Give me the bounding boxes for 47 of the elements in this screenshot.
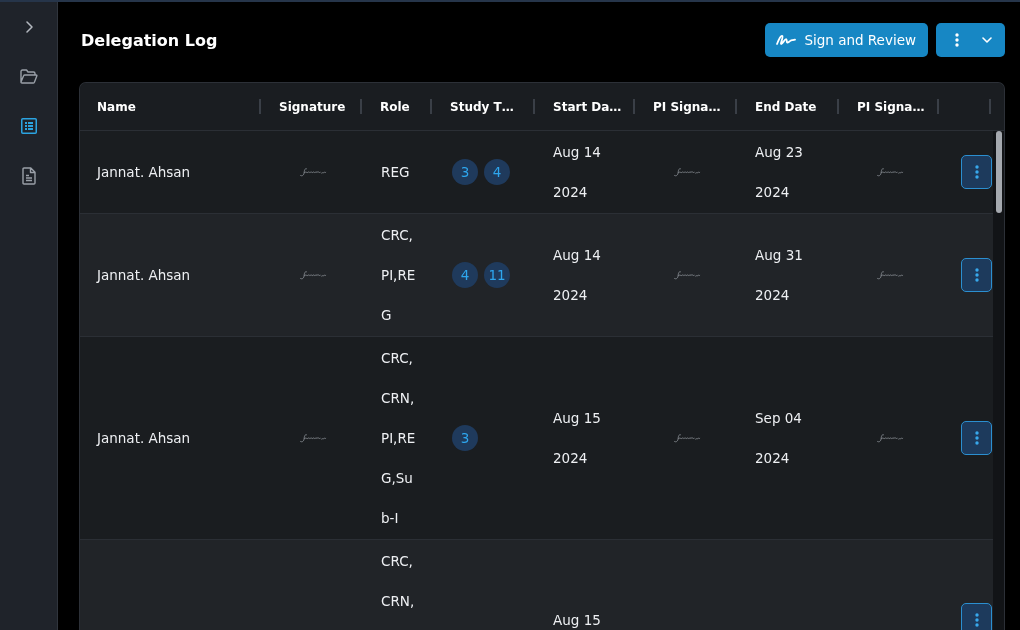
more-icon (955, 33, 959, 47)
study-type-badge: 3 (452, 425, 478, 451)
role-text: REG (381, 163, 410, 182)
end-date: Aug 23 2024 (755, 143, 804, 202)
more-options-button[interactable] (936, 23, 1005, 57)
role-text: CRC,CRN,PI,REG,Sub-I (381, 349, 417, 528)
role-text: CRC,PI,REG (381, 226, 417, 325)
start-date: Aug 15 2024 (553, 409, 602, 468)
start-date: Aug 14 2024 (553, 246, 602, 305)
more-icon (974, 165, 979, 179)
scrollbar-track[interactable] (993, 131, 1004, 630)
start-date: Aug 15 (553, 611, 601, 630)
more-icon (974, 431, 979, 445)
page-title: Delegation Log (81, 30, 218, 50)
list-icon (20, 118, 37, 134)
end-date: Aug 31 2024 (755, 246, 804, 305)
role-text: CRC,CRN, (381, 552, 416, 611)
person-name: Jannat. Ahsan (97, 266, 191, 285)
more-icon (974, 268, 979, 282)
study-type-badge: 3 (452, 159, 478, 185)
end-date: Sep 04 2024 (755, 409, 803, 468)
person-name: Jannat. Ahsan (97, 163, 191, 182)
column-header: Study T… (450, 99, 514, 114)
column-header: End Date (755, 99, 817, 114)
row-menu-button[interactable] (961, 603, 992, 630)
scrollbar-thumb[interactable] (996, 131, 1002, 213)
column-header: Signature (279, 99, 346, 114)
column-header: Role (380, 99, 410, 114)
sign-and-review-button[interactable]: Sign and Review (765, 23, 928, 57)
row-menu-button[interactable] (961, 155, 992, 189)
chevron-right-icon (24, 21, 33, 33)
document-icon (21, 167, 36, 185)
column-header: Name (97, 99, 136, 114)
column-header: PI Signa… (653, 99, 721, 114)
study-type-badge: 4 (484, 159, 510, 185)
column-header: PI Signa… (857, 99, 925, 114)
person-name: Jannat. Ahsan (97, 429, 191, 448)
start-date: Aug 14 2024 (553, 143, 602, 202)
chevron-down-icon (982, 37, 992, 43)
column-header: Start Da… (553, 99, 622, 114)
study-type-badge: 4 (452, 262, 478, 288)
more-icon (974, 613, 979, 627)
row-menu-button[interactable] (961, 258, 992, 292)
folder-icon (19, 68, 38, 84)
study-type-badge: 11 (484, 262, 510, 288)
row-menu-button[interactable] (961, 421, 992, 455)
signature-icon (776, 34, 797, 46)
